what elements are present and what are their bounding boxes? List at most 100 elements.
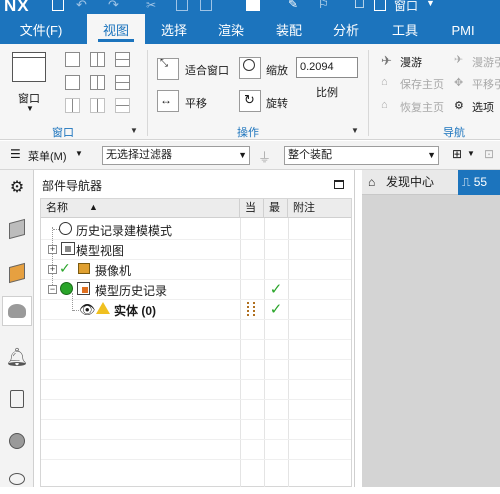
- selection-filter-select[interactable]: 无选择过滤器 ▼: [102, 146, 250, 165]
- repeat-command-icon[interactable]: ⚐: [318, 0, 329, 11]
- tree-row-model-history[interactable]: − 模型历史记录: [41, 279, 240, 299]
- zoom-icon[interactable]: [239, 57, 261, 79]
- tab-file[interactable]: 文件(F): [12, 14, 70, 44]
- window-menu-arrow-icon[interactable]: ▼: [426, 0, 435, 8]
- menu-button-arrow-icon[interactable]: ▼: [75, 149, 83, 158]
- options-icon[interactable]: ⚙: [454, 99, 464, 112]
- sketch-icon[interactable]: [2, 464, 32, 494]
- rotate-icon[interactable]: ↻: [239, 90, 261, 112]
- window-icon[interactable]: [374, 0, 386, 11]
- model-file-icon: ⎍: [462, 175, 471, 189]
- copy-icon[interactable]: [176, 0, 188, 11]
- history-book-icon[interactable]: [2, 384, 32, 414]
- column-header-name[interactable]: 名称 ▲: [41, 199, 240, 218]
- layout-three-b-icon[interactable]: [90, 75, 105, 90]
- row-divider: [41, 439, 351, 440]
- checkmark-icon[interactable]: ✓: [59, 260, 71, 277]
- group-divider: [147, 50, 148, 136]
- navigator-title: 部件导航器: [42, 179, 103, 193]
- layout-disabled-1-icon: [65, 98, 80, 113]
- roam-button[interactable]: 漫游: [400, 54, 422, 70]
- tab-select[interactable]: 选择: [148, 14, 200, 44]
- window-group-more-icon[interactable]: ▼: [130, 126, 138, 135]
- type-filter-icon[interactable]: ⊞: [452, 147, 462, 161]
- navigator-tree: 名称 ▲ 当 最 附注 历史记录建模模式 + 模型视图 + ✓ 摄像机 − 模型…: [40, 198, 352, 487]
- type-filter-arrow-icon[interactable]: ▼: [467, 149, 475, 158]
- tree-row-model-views[interactable]: + 模型视图: [41, 239, 240, 259]
- tab-pmi[interactable]: PMI: [437, 14, 489, 44]
- layout-single-icon[interactable]: [65, 52, 80, 67]
- rotate-button[interactable]: 旋转: [266, 95, 288, 111]
- layout-three-icon[interactable]: [65, 75, 80, 90]
- window-group-label: 窗口: [52, 127, 74, 139]
- maximize-icon[interactable]: [334, 180, 344, 189]
- scale-input[interactable]: 0.2094: [296, 57, 358, 78]
- pan-button[interactable]: 平移: [185, 95, 207, 111]
- collapse-minus-icon[interactable]: −: [48, 285, 57, 294]
- tree-row-history-mode[interactable]: 历史记录建模模式: [41, 219, 240, 239]
- save-home-icon: ⌂: [381, 76, 388, 88]
- expand-plus-icon[interactable]: +: [48, 265, 57, 274]
- roles-icon[interactable]: [2, 426, 32, 456]
- roam-icon[interactable]: ✈: [381, 53, 392, 69]
- column-header-notes[interactable]: 附注: [288, 199, 351, 218]
- column-header-current[interactable]: 当: [240, 199, 264, 218]
- column-header-latest[interactable]: 最: [264, 199, 288, 218]
- save-icon[interactable]: [52, 0, 64, 11]
- undo-icon[interactable]: ↶: [76, 0, 87, 13]
- zoom-button[interactable]: 缩放: [266, 62, 288, 78]
- snap-icon: ⊡: [484, 147, 495, 161]
- part-navigator-panel: 部件导航器 名称 ▲ 当 最 附注 历史记录建模模式 + 模型视图 + ✓ 摄像…: [34, 170, 355, 487]
- tab-render[interactable]: 渲染: [205, 14, 257, 44]
- window-switch-icon[interactable]: ☐: [354, 0, 365, 11]
- row-divider: [41, 359, 351, 360]
- reuse-library-bell-icon[interactable]: 🔔︎: [2, 342, 32, 372]
- title-bar: NX ↶ ↷ ✂ ✎ ⚐ ☐ 窗口 ▼: [0, 0, 500, 14]
- tree-row-label: 历史记录建模模式: [76, 224, 173, 238]
- operation-group-more-icon[interactable]: ▼: [351, 126, 359, 135]
- window-button-arrow-icon[interactable]: ▼: [26, 104, 34, 113]
- model-view-icon: [61, 242, 75, 255]
- menu-bar: 文件(F) 视图 选择 渲染 装配 分析 工具 PMI: [0, 14, 500, 44]
- tree-row-solid-body[interactable]: 👁︎ 实体 (0): [41, 299, 240, 319]
- window-menu[interactable]: 窗口: [394, 0, 418, 14]
- fit-window-button[interactable]: 适合窗口: [185, 62, 229, 78]
- tab-discovery-center[interactable]: 发现中心: [386, 170, 434, 195]
- tab-analysis[interactable]: 分析: [320, 14, 372, 44]
- part-navigator-icon[interactable]: [2, 296, 32, 326]
- window-icon[interactable]: [12, 52, 46, 82]
- pan-icon[interactable]: ↔: [157, 90, 179, 112]
- pan-guide-button: 平移引: [472, 79, 500, 91]
- clock-icon: [59, 222, 72, 235]
- row-divider: [41, 339, 351, 340]
- constraint-navigator-icon[interactable]: [2, 258, 32, 288]
- layout-four-icon[interactable]: [115, 75, 130, 90]
- settings-gear-icon[interactable]: ⚙: [2, 172, 32, 202]
- layout-horizontal-split-icon[interactable]: [115, 52, 130, 67]
- row-divider: [41, 459, 351, 460]
- graphics-area[interactable]: ⌂ 发现中心 ⎍ 55: [362, 170, 500, 487]
- tab-assembly[interactable]: 装配: [263, 14, 315, 44]
- tab-model-file[interactable]: ⎍ 55: [458, 170, 500, 195]
- assembly-scope-select[interactable]: 整个装配 ▼: [284, 146, 439, 165]
- menu-button[interactable]: 菜单(M): [28, 148, 67, 164]
- paste-icon[interactable]: [200, 0, 212, 11]
- document-tabs: ⌂ 发现中心 ⎍ 55: [362, 170, 500, 195]
- command-finder-icon[interactable]: ✎: [288, 0, 298, 11]
- tree-row-cameras[interactable]: + ✓ 摄像机: [41, 259, 240, 279]
- layout-vertical-split-icon[interactable]: [90, 52, 105, 67]
- eye-visibility-icon[interactable]: 👁︎: [79, 302, 96, 318]
- tab-tools[interactable]: 工具: [379, 14, 431, 44]
- menu-icon[interactable]: ☰: [10, 147, 21, 161]
- history-folder-icon: [77, 282, 90, 295]
- solid-body-icon: [96, 302, 110, 314]
- selection-toolbar: ☰ 菜单(M) ▼ 无选择过滤器 ▼ ⏚ 整个装配 ▼ ⊞ ▼ ⊡: [0, 141, 500, 170]
- expand-plus-icon[interactable]: +: [48, 245, 57, 254]
- discovery-center-icon[interactable]: ⌂: [368, 170, 375, 195]
- options-button[interactable]: 选项: [472, 99, 494, 115]
- fit-window-icon[interactable]: ⤡: [157, 58, 179, 80]
- cut-icon[interactable]: ✂: [146, 0, 156, 12]
- redo-icon[interactable]: ↷: [108, 0, 119, 13]
- touch-mode-icon[interactable]: [246, 0, 260, 11]
- assembly-navigator-icon[interactable]: [2, 214, 32, 244]
